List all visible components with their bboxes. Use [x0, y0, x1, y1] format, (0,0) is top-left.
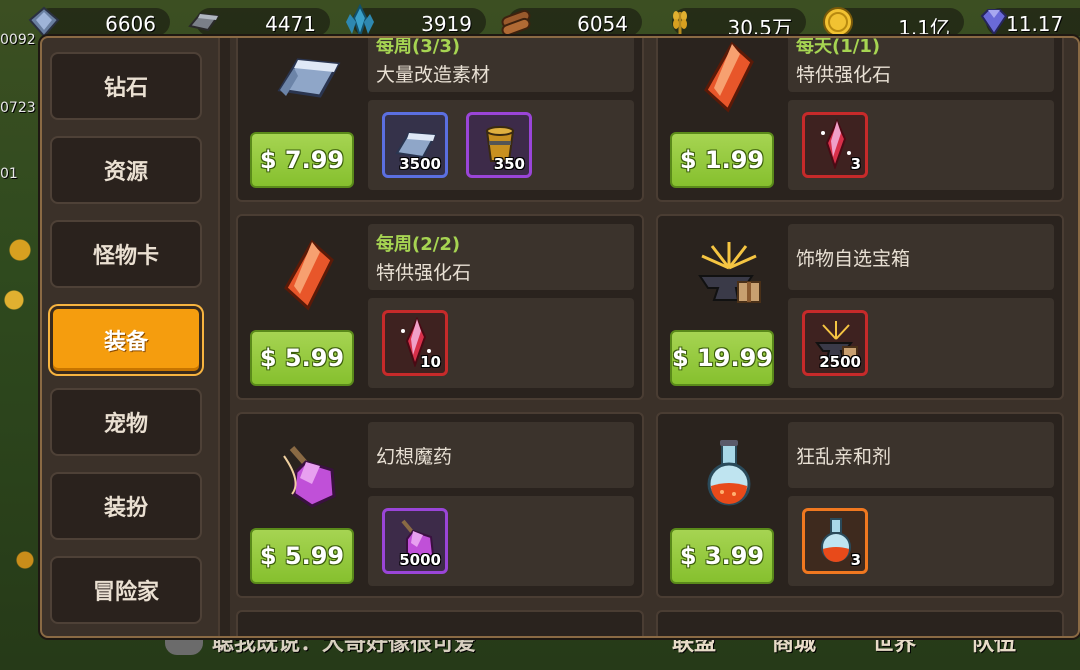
shop-item-card	[656, 610, 1064, 636]
resource-wheat[interactable]: 30.5万	[672, 8, 806, 40]
shop-item-card: $ 5.99 幻想魔药 5000	[236, 412, 644, 598]
item-title-box: 每周(3/3) 大量改造素材	[368, 36, 634, 92]
sidebar-item-equipment[interactable]: 装备	[50, 306, 202, 374]
reward-list: 3	[788, 100, 1054, 190]
sidebar-item-diamond[interactable]: 钻石	[50, 52, 202, 120]
shop-item-card: $ 1.99 每天(1/1) 特供强化石 3	[656, 36, 1064, 202]
resource-gem[interactable]: 11.17	[980, 8, 1080, 36]
buy-button[interactable]: $ 1.99	[670, 132, 774, 188]
item-name: 幻想魔药	[376, 446, 453, 468]
left-edge-numbers: 0092 0723 01	[0, 0, 40, 670]
resource-iron-ingot[interactable]: 4471	[188, 8, 330, 36]
diamond-ore-icon	[28, 6, 60, 38]
shop-items-grid: $ 7.99 每周(3/3) 大量改造素材 3500 350 $ 1.99 每天…	[236, 38, 1070, 636]
sidebar-item-monster-card[interactable]: 怪物卡	[50, 220, 202, 288]
reward-item[interactable]: 10	[382, 310, 448, 376]
reward-list: 3	[788, 496, 1054, 586]
purple-potion-icon	[283, 446, 336, 508]
item-title-box: 每天(1/1) 特供强化石	[788, 36, 1054, 92]
left-number: 01	[0, 166, 18, 182]
shop-item-card: $ 3.99 狂乱亲和剂 3	[656, 412, 1064, 598]
item-title-box: 狂乱亲和剂	[788, 422, 1054, 488]
red-flask-icon	[707, 440, 751, 506]
item-name: 特供强化石	[796, 64, 892, 86]
purchase-limit: 每天(1/1)	[796, 36, 881, 57]
sidebar-item-resources[interactable]: 资源	[50, 136, 202, 204]
purchase-limit: 每周(3/3)	[376, 36, 461, 57]
sidebar-item-pet[interactable]: 宠物	[50, 388, 202, 456]
shop-panel: 钻石 资源 怪物卡 装备 宠物 装扮 冒险家 $ 7.99 每周(3/3) 大量…	[40, 36, 1080, 638]
resource-wood[interactable]: 6054	[501, 8, 642, 37]
reward-item[interactable]: 350	[466, 112, 532, 178]
reward-list: 10	[368, 298, 634, 388]
left-number: 0723	[0, 100, 36, 116]
reward-item[interactable]: 2500	[802, 310, 868, 376]
purchase-limit: 每周(2/2)	[376, 234, 461, 255]
resource-diamond-ore[interactable]: 6606	[28, 6, 170, 38]
iron-ingot-icon	[188, 12, 220, 32]
reward-item[interactable]: 3500	[382, 112, 448, 178]
orange-crystal-icon	[704, 41, 754, 113]
shop-item-card: $ 5.99 每周(2/2) 特供强化石 10	[236, 214, 644, 400]
shop-item-card: $ 19.99 饰物自选宝箱 2500	[656, 214, 1064, 400]
sidebar-divider	[218, 38, 230, 636]
reward-list: 2500	[788, 298, 1054, 388]
orange-crystal-icon	[284, 239, 334, 311]
buy-button[interactable]: $ 19.99	[670, 330, 774, 386]
resource-gold[interactable]: 1.1亿	[823, 7, 964, 40]
buy-button[interactable]: $ 5.99	[250, 330, 354, 386]
reward-item[interactable]: 3	[802, 508, 868, 574]
item-name: 特供强化石	[376, 262, 472, 284]
crystal-icon	[346, 4, 374, 40]
wood-log-icon	[501, 9, 531, 37]
sidebar-item-costume[interactable]: 装扮	[50, 472, 202, 540]
reward-item[interactable]: 5000	[382, 508, 448, 574]
reward-item[interactable]: 3	[802, 112, 868, 178]
shop-item-card: $ 7.99 每周(3/3) 大量改造素材 3500 350	[236, 36, 644, 202]
item-title-box: 饰物自选宝箱	[788, 224, 1054, 290]
sidebar-item-adventurer[interactable]: 冒险家	[50, 556, 202, 624]
buy-button[interactable]: $ 7.99	[250, 132, 354, 188]
buy-button[interactable]: $ 3.99	[670, 528, 774, 584]
item-name: 饰物自选宝箱	[796, 248, 911, 270]
reward-list: 5000	[368, 496, 634, 586]
item-title-box: 幻想魔药	[368, 422, 634, 488]
resource-crystal[interactable]: 3919	[346, 4, 486, 40]
shop-item-card	[236, 610, 644, 636]
reward-list: 3500 350	[368, 100, 634, 190]
item-name: 狂乱亲和剂	[796, 446, 892, 468]
buy-button[interactable]: $ 5.99	[250, 528, 354, 584]
wheat-icon	[673, 11, 687, 36]
gold-coin-icon	[823, 7, 853, 37]
silver-ingot-icon	[277, 58, 341, 98]
item-title-box: 每周(2/2) 特供强化石	[368, 224, 634, 290]
item-name: 大量改造素材	[376, 64, 491, 86]
anvil-chest-icon	[698, 242, 761, 303]
